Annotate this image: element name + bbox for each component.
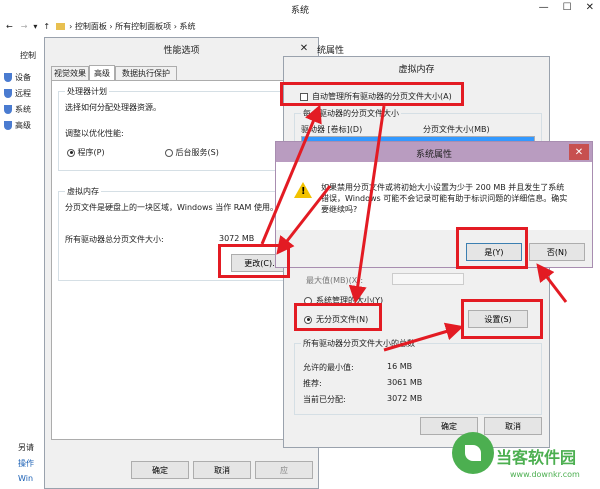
leaf-icon xyxy=(465,445,481,461)
arrow-set-to-yes xyxy=(536,263,568,303)
arrow-no-paging-to-set xyxy=(383,322,464,352)
arrow-auto-to-no-paging xyxy=(348,105,386,304)
watermark-url: www.downkr.com xyxy=(510,470,580,479)
annotation-arrows xyxy=(260,104,568,352)
arrow-change-to-auto xyxy=(260,104,322,245)
watermark-logo xyxy=(452,432,494,474)
arrow-warning-to-change xyxy=(276,185,332,255)
watermark-title: 当客软件园 xyxy=(496,448,577,467)
